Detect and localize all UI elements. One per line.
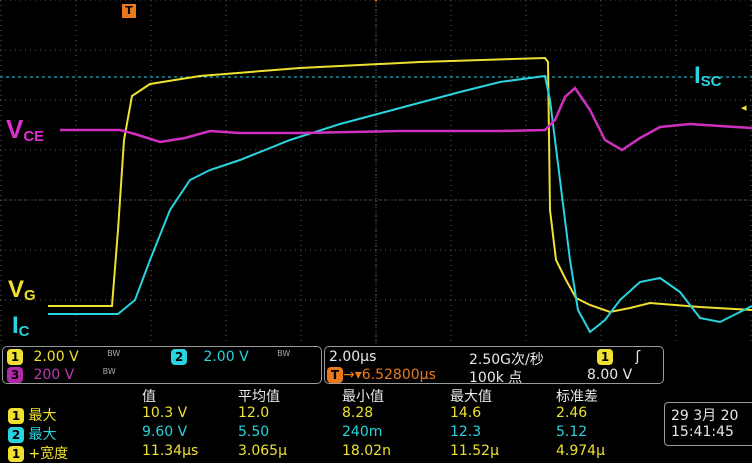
status-panel: 1 2.00 V BW 2 2.00 V BW 3 200 V BW 2.00µ… <box>0 345 752 462</box>
trigger-level[interactable]: 8.00 V <box>587 367 632 383</box>
meas-row-3-std: 4.974µ <box>556 443 605 459</box>
meas-row-3-value: 11.34µs <box>142 443 199 459</box>
datetime-box: 29 3月 20 15:41:45 <box>664 402 752 446</box>
meas-row-3-name[interactable]: 1 +宽度 <box>8 443 68 463</box>
meas-row-3-mean: 3.065µ <box>238 443 287 459</box>
ch1-setting[interactable]: 1 2.00 V BW <box>7 349 120 365</box>
meas-row-2-name[interactable]: 2 最大 <box>8 424 56 444</box>
ch3-setting[interactable]: 3 200 V BW <box>7 367 116 383</box>
trigger-t-badge-icon: T <box>327 367 343 383</box>
vce-trace <box>60 86 752 152</box>
sample-rate: 2.50G次/秒 <box>469 352 544 368</box>
meas-row-1-mean: 12.0 <box>238 405 270 421</box>
ic-trace-label: IC <box>12 312 30 340</box>
trigger-position[interactable]: T →▾6.52800µs <box>327 367 436 383</box>
meas-row-2-std: 5.12 <box>556 424 588 440</box>
meas-row-1-value: 10.3 V <box>142 405 188 421</box>
col-header-min: 最小值 <box>342 389 384 405</box>
record-length: 100k 点 <box>469 370 523 386</box>
meas-row-3-max: 11.52µ <box>450 443 499 459</box>
trigger-t-icon[interactable]: T <box>122 4 136 18</box>
meas-row-2-max: 12.3 <box>450 424 482 440</box>
channel-settings-box[interactable]: 1 2.00 V BW 2 2.00 V BW 3 200 V BW <box>2 346 322 384</box>
meas-row-1-std: 2.46 <box>556 405 588 421</box>
ic-trace <box>48 74 752 334</box>
ch2-setting[interactable]: 2 2.00 V BW <box>171 349 290 365</box>
isc-trace-label: ISC <box>694 62 722 90</box>
waveform-display: T ◂ VCE ISC VG IC <box>0 0 752 345</box>
col-header-std: 标准差 <box>556 389 598 405</box>
col-header-value: 值 <box>142 389 156 405</box>
vce-trace-label: VCE <box>6 114 45 145</box>
col-header-mean: 平均值 <box>238 389 280 405</box>
meas-row-2-mean: 5.50 <box>238 424 270 440</box>
col-header-max: 最大值 <box>450 389 492 405</box>
time-text: 15:41:45 <box>671 424 734 440</box>
vg-trace <box>48 56 752 314</box>
timebase-box[interactable]: 2.00µs 2.50G次/秒 1 ʃ T →▾6.52800µs 100k 点 … <box>324 346 664 386</box>
meas-row-1-name[interactable]: 1 最大 <box>8 405 56 425</box>
meas-row-2-value: 9.60 V <box>142 424 188 440</box>
date-text: 29 3月 20 <box>671 408 739 424</box>
trigger-level-arrow-icon: ◂ <box>741 101 747 114</box>
meas-row-1-max: 14.6 <box>450 405 482 421</box>
meas-row-1-min: 8.28 <box>342 405 374 421</box>
timebase-scale[interactable]: 2.00µs <box>329 349 376 365</box>
vg-trace-label: VG <box>8 276 36 304</box>
meas-row-3-min: 18.02n <box>342 443 391 459</box>
trigger-source[interactable]: 1 ʃ <box>597 349 640 365</box>
measurement-table: 值 平均值 最小值 最大值 标准差 1 最大 10.3 V 12.0 8.28 … <box>0 386 660 462</box>
waveform-graticule <box>0 0 752 345</box>
meas-row-2-min: 240m <box>342 424 383 440</box>
trigger-position-marker[interactable] <box>370 0 382 2</box>
